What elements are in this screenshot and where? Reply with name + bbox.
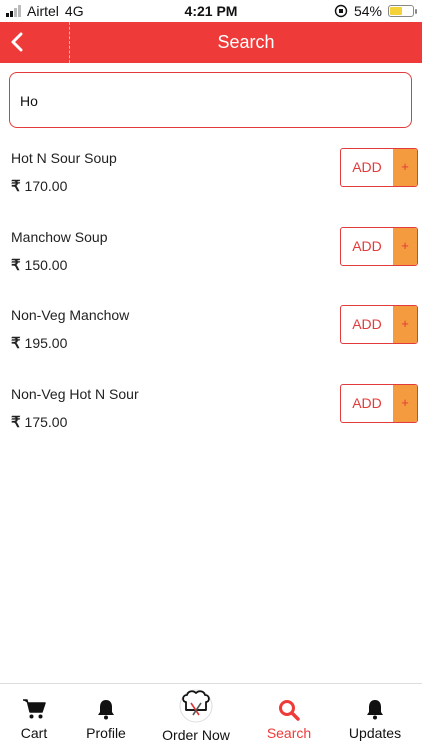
- cart-icon: [23, 699, 46, 719]
- price-value: 175.00: [24, 413, 68, 430]
- price-value: 150.00: [24, 256, 68, 273]
- price-value: 170.00: [24, 178, 68, 194]
- add-button[interactable]: ADD +: [340, 383, 418, 423]
- app-header: Search: [0, 22, 422, 63]
- item-price: ₹ 195.00: [11, 334, 67, 352]
- bell-icon: [367, 700, 383, 720]
- rupee-icon: ₹: [11, 178, 21, 195]
- bell-icon: [98, 700, 114, 720]
- item-price: ₹ 170.00: [11, 177, 67, 195]
- item-price: ₹ 175.00: [11, 413, 67, 431]
- item-price: ₹ 150.00: [11, 256, 67, 274]
- rupee-icon: ₹: [11, 335, 21, 352]
- item-name: Hot N Sour Soup: [11, 150, 117, 166]
- nav-item-search[interactable]: Search: [254, 684, 324, 751]
- nav-label-updates: Updates: [348, 725, 402, 741]
- nav-label-cart: Cart: [20, 725, 48, 741]
- nav-item-profile[interactable]: Profile: [72, 684, 140, 751]
- results-list: Hot N Sour Soup ₹ 170.00 ADD + Manchow S…: [0, 140, 422, 454]
- search-icon: [279, 700, 300, 721]
- status-right: 54%: [334, 3, 417, 19]
- nav-label-order-now: Order Now: [162, 727, 230, 743]
- list-item: Hot N Sour Soup ₹ 170.00 ADD +: [0, 140, 422, 219]
- nav-item-cart[interactable]: Cart: [0, 684, 68, 751]
- battery-fill: [390, 7, 402, 15]
- chevron-left-icon: [11, 32, 23, 52]
- page-title: Search: [217, 32, 275, 52]
- add-button[interactable]: ADD +: [340, 148, 418, 187]
- add-label: ADD: [352, 237, 382, 254]
- back-button[interactable]: [0, 22, 70, 63]
- add-button[interactable]: ADD +: [340, 305, 418, 344]
- rupee-icon: ₹: [11, 413, 21, 431]
- item-name: Manchow Soup: [11, 228, 108, 245]
- bottom-nav: Cart Profile Order Now Search Updates: [0, 683, 422, 751]
- list-item: Non-Veg Hot N Sour ₹ 175.00 ADD +: [0, 376, 422, 455]
- chef-hat-icon: [179, 689, 213, 723]
- add-label: ADD: [352, 159, 382, 175]
- item-name: Non-Veg Hot N Sour: [11, 385, 139, 402]
- orientation-lock-icon: [334, 4, 348, 18]
- item-name: Non-Veg Manchow: [11, 307, 130, 323]
- price-value: 195.00: [24, 335, 68, 351]
- battery-icon: [388, 5, 417, 17]
- plus-icon[interactable]: +: [393, 227, 417, 265]
- battery-percent: 54%: [353, 3, 382, 19]
- add-label: ADD: [352, 394, 382, 411]
- nav-item-updates[interactable]: Updates: [336, 684, 414, 751]
- add-button[interactable]: ADD +: [340, 226, 418, 266]
- search-box[interactable]: [9, 72, 412, 128]
- list-item: Non-Veg Manchow ₹ 195.00 ADD +: [0, 297, 422, 376]
- list-item: Manchow Soup ₹ 150.00 ADD +: [0, 219, 422, 298]
- plus-icon[interactable]: +: [393, 384, 417, 422]
- status-bar: Airtel 4G 4:21 PM 54%: [0, 0, 422, 22]
- plus-icon[interactable]: +: [393, 149, 417, 186]
- rupee-icon: ₹: [11, 256, 21, 274]
- search-input[interactable]: [18, 87, 402, 115]
- add-label: ADD: [352, 316, 382, 332]
- nav-label-search: Search: [266, 725, 312, 741]
- nav-item-order-now[interactable]: Order Now: [150, 684, 242, 751]
- plus-icon[interactable]: +: [393, 306, 417, 343]
- nav-label-profile: Profile: [86, 725, 126, 741]
